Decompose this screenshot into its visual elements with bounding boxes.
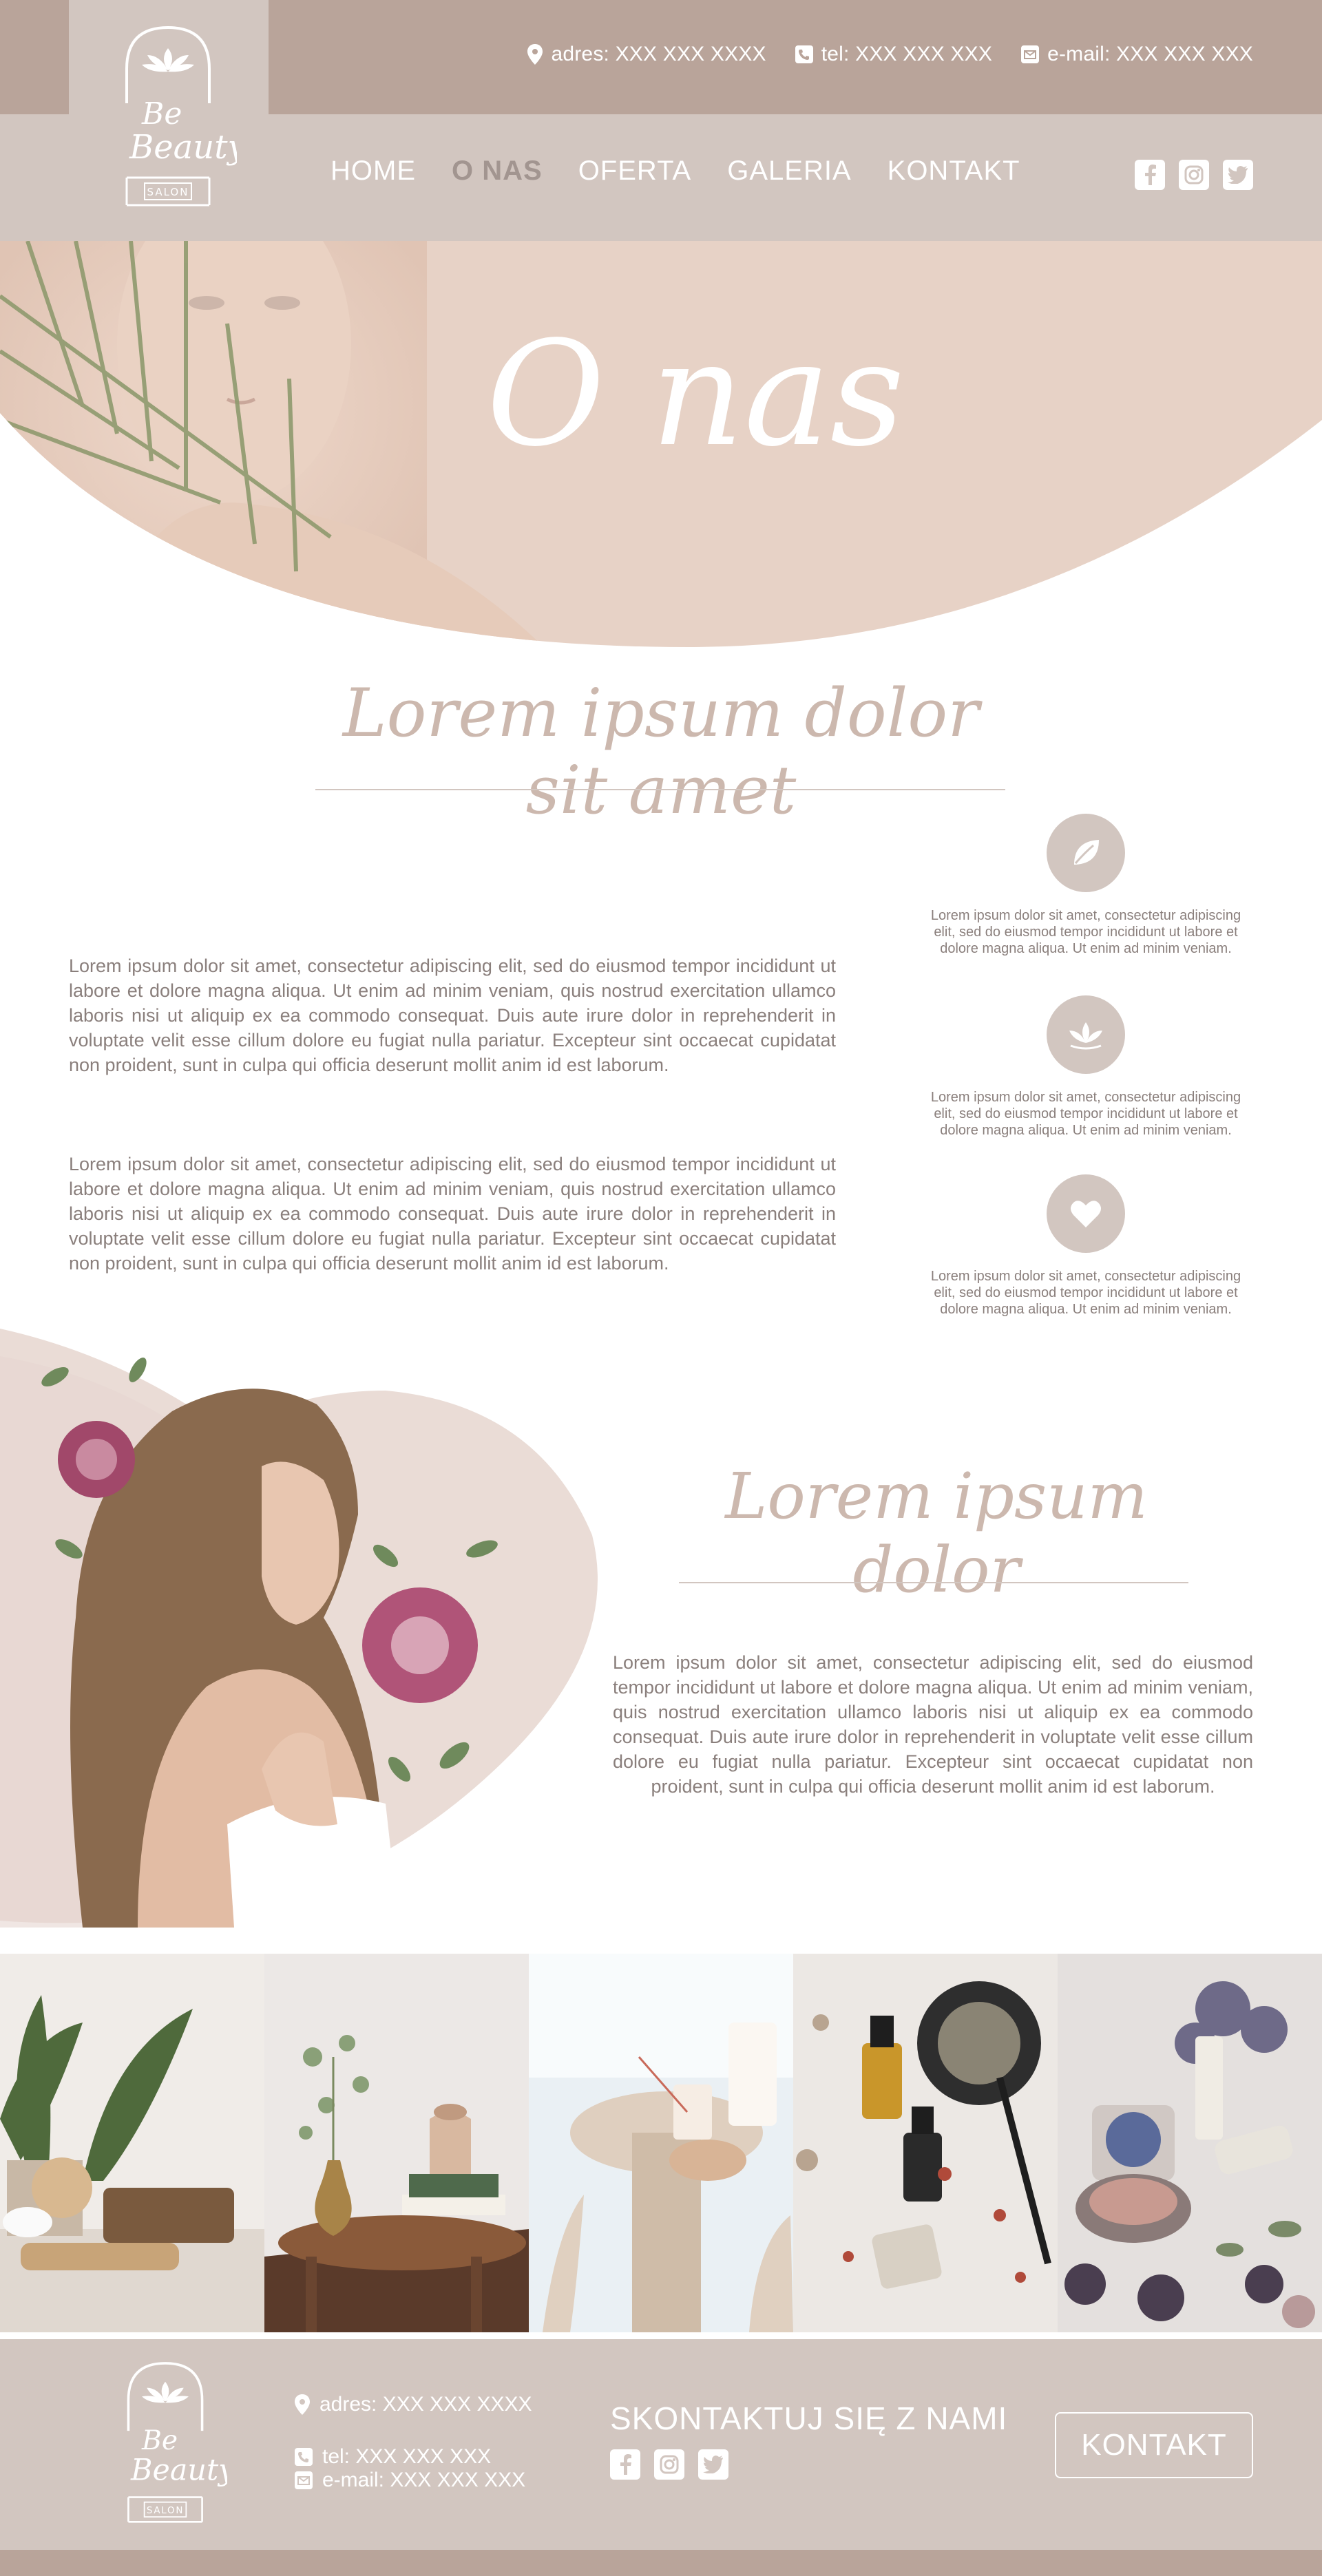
gallery-image-5[interactable] bbox=[1058, 1954, 1322, 2332]
section1-paragraph-2: Lorem ipsum dolor sit amet, consectetur … bbox=[69, 1154, 836, 1274]
feature-text: Lorem ipsum dolor sit amet, consectetur … bbox=[930, 908, 1241, 956]
svg-text:Beauty: Beauty bbox=[130, 2453, 227, 2488]
nav-item-home[interactable]: HOME bbox=[330, 156, 416, 187]
location-pin-icon bbox=[295, 2394, 310, 2415]
footer-address: adres: XXX XXX XXXX bbox=[295, 2393, 532, 2416]
section1-paragraph-1: Lorem ipsum dolor sit amet, consectetur … bbox=[69, 956, 836, 1075]
header-email: e-mail: XXX XXX XXX bbox=[1021, 43, 1253, 66]
svg-text:Be: Be bbox=[141, 2425, 178, 2456]
footer-email: e-mail: XXX XXX XXX bbox=[295, 2469, 525, 2492]
svg-text:SALON: SALON bbox=[147, 2506, 184, 2516]
section1-divider bbox=[315, 789, 1005, 790]
mail-icon bbox=[1021, 45, 1040, 63]
gallery-strip bbox=[0, 1954, 1322, 2332]
feature-text: Lorem ipsum dolor sit amet, consectetur … bbox=[930, 1090, 1241, 1138]
header-phone: tel: XXX XXX XXX bbox=[795, 43, 992, 66]
footer-social-links bbox=[610, 2449, 728, 2480]
twitter-icon[interactable] bbox=[698, 2449, 728, 2480]
heart-icon bbox=[1071, 1201, 1101, 1227]
section2-heading: Lorem ipsum dolor bbox=[725, 1459, 1148, 1607]
footer-cta-title: SKONTAKTUJ SIĘ Z NAMI bbox=[610, 2400, 1008, 2436]
section1-heading: Lorem ipsum dolor sit amet bbox=[342, 675, 980, 829]
feature-item: Lorem ipsum dolor sit amet, consectetur … bbox=[919, 995, 1253, 1139]
footer-phone: tel: XXX XXX XXX bbox=[295, 2445, 491, 2469]
nav-item-galeria[interactable]: GALERIA bbox=[727, 156, 851, 187]
phone-icon bbox=[295, 2448, 313, 2466]
section2-image bbox=[0, 1329, 620, 1928]
twitter-icon[interactable] bbox=[1223, 160, 1253, 190]
feature-text: Lorem ipsum dolor sit amet, consectetur … bbox=[930, 1269, 1241, 1317]
instagram-icon[interactable] bbox=[654, 2449, 684, 2480]
logo[interactable]: Be Beauty SALON bbox=[69, 0, 269, 241]
instagram-icon[interactable] bbox=[1179, 160, 1209, 190]
feature-circle bbox=[1047, 814, 1125, 892]
header-social-links bbox=[1135, 160, 1253, 190]
feature-circle bbox=[1047, 1174, 1125, 1253]
section2-paragraph: Lorem ipsum dolor sit amet, consectetur … bbox=[613, 1652, 1253, 1797]
kontakt-button[interactable]: KONTAKT bbox=[1055, 2412, 1253, 2478]
hero-banner: O nas bbox=[0, 241, 1322, 654]
gallery-image-4[interactable] bbox=[793, 1954, 1058, 2332]
nav-item-kontakt[interactable]: KONTAKT bbox=[888, 156, 1020, 187]
section2-divider bbox=[679, 1582, 1188, 1583]
nav-item-oferta[interactable]: OFERTA bbox=[578, 156, 692, 187]
logo-mark-icon: Be Beauty SALON bbox=[127, 2362, 235, 2523]
gallery-image-1[interactable] bbox=[0, 1954, 264, 2332]
svg-text:Be: Be bbox=[141, 96, 182, 131]
facebook-icon[interactable] bbox=[1135, 160, 1165, 190]
logo-mark-icon: Be Beauty SALON bbox=[125, 25, 237, 207]
footer-logo[interactable]: Be Beauty SALON bbox=[103, 2357, 235, 2533]
header-address: adres: XXX XXX XXXX bbox=[527, 43, 766, 66]
leaf-icon bbox=[1074, 840, 1099, 865]
feature-circle bbox=[1047, 995, 1125, 1074]
mail-icon bbox=[295, 2471, 313, 2489]
lotus-icon bbox=[1069, 1022, 1102, 1050]
feature-item: Lorem ipsum dolor sit amet, consectetur … bbox=[919, 814, 1253, 957]
feature-item: Lorem ipsum dolor sit amet, consectetur … bbox=[919, 1174, 1253, 1318]
footer-bottom-bar bbox=[0, 2550, 1322, 2576]
svg-text:SALON: SALON bbox=[147, 186, 189, 198]
nav-item-o-nas[interactable]: O NAS bbox=[452, 156, 543, 187]
location-pin-icon bbox=[527, 44, 543, 65]
gallery-image-3[interactable] bbox=[529, 1954, 793, 2332]
header-contact-info: adres: XXX XXX XXXX tel: XXX XXX XXX e-m… bbox=[527, 43, 1253, 66]
hero-title: O nas bbox=[486, 310, 905, 478]
svg-text:Beauty: Beauty bbox=[129, 128, 237, 167]
gallery-image-2[interactable] bbox=[264, 1954, 529, 2332]
phone-icon bbox=[795, 45, 813, 63]
facebook-icon[interactable] bbox=[610, 2449, 640, 2480]
main-nav: HOME O NAS OFERTA GALERIA KONTAKT bbox=[330, 156, 1056, 187]
